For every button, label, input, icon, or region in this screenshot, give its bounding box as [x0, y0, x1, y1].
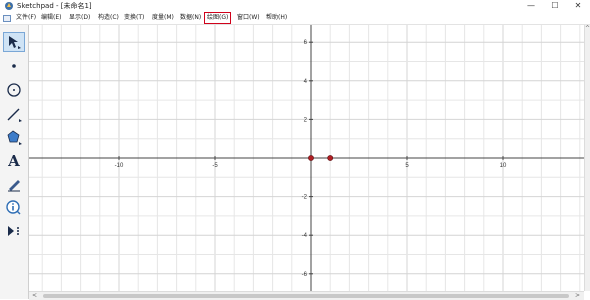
document-icon	[3, 15, 11, 22]
menu-file[interactable]: 文件(F)	[16, 13, 36, 23]
arrow-tool[interactable]	[3, 32, 25, 52]
text-tool-icon: A	[8, 152, 20, 170]
marker-tool-icon	[8, 180, 20, 192]
information-tool[interactable]	[3, 198, 25, 218]
close-button[interactable]: ✕	[568, 0, 588, 12]
x-tick-label: -10	[115, 163, 124, 169]
custom-tool[interactable]	[3, 221, 25, 241]
grid-point	[327, 155, 334, 161]
y-tick-label: -2	[302, 195, 308, 201]
marker-tool[interactable]	[3, 174, 25, 194]
y-tick-label: 6	[304, 40, 308, 46]
y-tick-label: 2	[304, 117, 308, 123]
window-title: Sketchpad - [未命名1]	[17, 2, 92, 10]
grid-point	[308, 155, 314, 161]
x-tick-label: 10	[500, 163, 507, 169]
y-tick-label: 4	[304, 79, 308, 85]
menu-data[interactable]: 数据(N)	[180, 13, 201, 23]
custom-tool-icon	[8, 226, 19, 236]
coordinate-grid: -10 -5 5 10 6 4 2 -2 -4 -6	[29, 25, 584, 291]
menu-display[interactable]: 显示(D)	[69, 13, 90, 23]
straightedge-tool-icon	[7, 108, 22, 122]
menu-measure[interactable]: 度量(M)	[152, 13, 174, 23]
vertical-scrollbar[interactable]: ^	[584, 25, 590, 291]
point-tool[interactable]	[3, 56, 25, 76]
toolbox: A	[0, 25, 29, 299]
x-tick-label: -5	[212, 163, 218, 169]
title-bar: Sketchpad - [未命名1] — ☐ ✕	[0, 0, 590, 12]
menu-bar: 文件(F) 编辑(E) 显示(D) 构造(C) 变换(T) 度量(M) 数据(N…	[0, 12, 590, 25]
menu-window[interactable]: 窗口(W)	[237, 13, 260, 23]
straightedge-tool[interactable]	[3, 104, 25, 124]
sketch-canvas[interactable]: -10 -5 5 10 6 4 2 -2 -4 -6	[29, 25, 584, 291]
menu-help[interactable]: 帮助(H)	[266, 13, 287, 23]
minimize-button[interactable]: —	[521, 0, 541, 12]
text-tool[interactable]: A	[3, 151, 25, 171]
horizontal-scroll-thumb[interactable]	[43, 294, 569, 298]
polygon-tool[interactable]	[3, 127, 25, 147]
compass-tool-icon	[7, 83, 21, 97]
polygon-tool-icon	[7, 130, 22, 145]
scroll-up-arrow[interactable]: ^	[585, 25, 590, 33]
menu-edit[interactable]: 编辑(E)	[41, 13, 61, 23]
arrow-tool-icon	[9, 36, 21, 49]
sketchpad-app-icon	[5, 2, 13, 10]
menu-graph[interactable]: 绘图(G)	[203, 12, 232, 24]
menu-construct[interactable]: 构造(C)	[98, 13, 119, 23]
menu-transform[interactable]: 变换(T)	[124, 13, 144, 23]
y-tick-label: -4	[302, 233, 308, 239]
point-tool-icon	[12, 64, 16, 68]
maximize-button[interactable]: ☐	[545, 0, 565, 12]
compass-tool[interactable]	[3, 80, 25, 100]
x-tick-label: 5	[405, 163, 409, 169]
y-tick-label: -6	[302, 272, 308, 278]
information-tool-icon	[6, 200, 21, 215]
